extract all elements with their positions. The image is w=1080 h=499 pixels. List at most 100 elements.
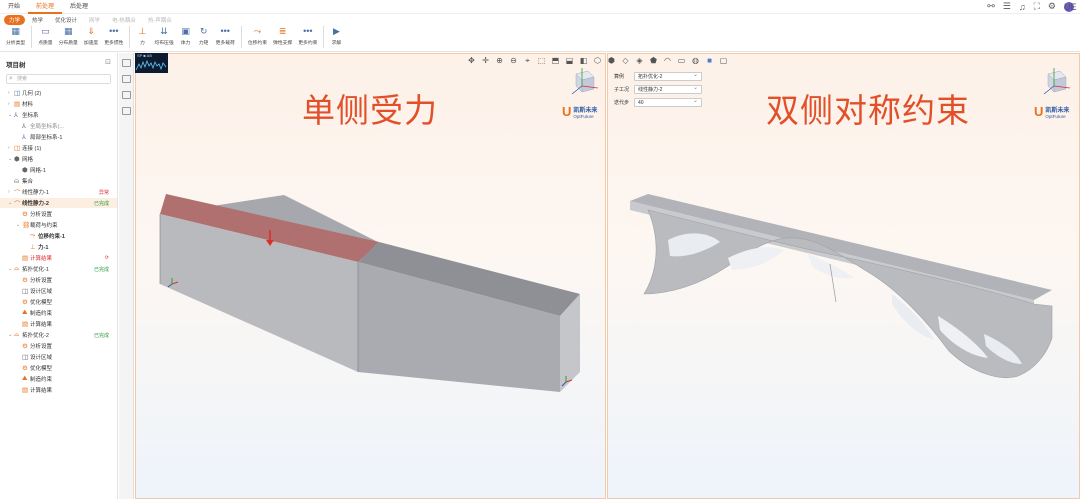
sub-tab-3[interactable]: 网学 bbox=[84, 15, 105, 25]
transparency-icon[interactable]: ◍ bbox=[690, 56, 701, 66]
more-loads-button[interactable]: ••• 更多载荷 bbox=[216, 26, 235, 46]
tree-node[interactable]: ⚙ 分析设置 bbox=[0, 275, 117, 285]
tree-node-label: 材料 bbox=[22, 102, 34, 108]
prop-select[interactable]: 40 bbox=[634, 97, 702, 107]
wireframe-icon[interactable]: ◈ bbox=[634, 56, 645, 66]
sub-tab-4[interactable]: 电-热耦合 bbox=[107, 15, 141, 25]
right-viewport[interactable]: 双侧对称约束 U 凯斯未来 OptFuture bbox=[607, 53, 1080, 499]
collapse-panel-icon[interactable]: ⊡ bbox=[105, 58, 111, 66]
tree-node[interactable]: › ◫ 连接 (1) bbox=[0, 143, 117, 153]
tree-node[interactable]: ⚙ 优化模型 bbox=[0, 297, 117, 307]
displacement-button[interactable]: ⤳ 位移约束 bbox=[248, 26, 267, 46]
elastic-support-button[interactable]: ≣ 弹性支撑 bbox=[273, 26, 292, 46]
point-mass-button[interactable]: ▭ 点质量 bbox=[38, 26, 52, 46]
minimap-plot bbox=[135, 59, 167, 71]
tree-node[interactable]: ⚙ 分析设置 bbox=[0, 341, 117, 351]
orientation-cube-right[interactable] bbox=[1038, 66, 1072, 100]
section-icon[interactable]: ◠ bbox=[662, 56, 673, 66]
tree-node-label: 分析设置 bbox=[30, 278, 53, 284]
sub-tab-1[interactable]: 热学 bbox=[27, 15, 48, 25]
tree-node-icon: ⬢ bbox=[14, 156, 20, 163]
tree-node[interactable]: ⌄ ⅄ 坐标系 bbox=[0, 110, 117, 120]
solve-button[interactable]: ▶ 求解 bbox=[330, 26, 342, 46]
zoom-in-icon[interactable]: ⊕ bbox=[494, 56, 505, 66]
edges-icon[interactable]: ⬟ bbox=[648, 56, 659, 66]
left-viewport[interactable]: 单侧受力 U 凯斯未来 OptFuture bbox=[135, 53, 606, 499]
view-panel-icon[interactable] bbox=[121, 59, 131, 67]
probe-icon[interactable] bbox=[121, 91, 131, 99]
fit-icon[interactable]: ⌖ bbox=[522, 56, 533, 66]
tree-node[interactable]: ⚙ 分析设置 bbox=[0, 209, 117, 219]
tree-node-icon: ⌒ bbox=[14, 201, 21, 208]
prop-select[interactable]: 线性静力-2 bbox=[634, 84, 702, 94]
layer-icon[interactable] bbox=[121, 75, 131, 83]
shaded-icon[interactable]: ◇ bbox=[620, 56, 631, 66]
tree-node[interactable]: ⛀ 集合 bbox=[0, 176, 117, 186]
tree-node[interactable]: ⬢ 网格-1 bbox=[0, 165, 117, 175]
menu-tab-2[interactable]: 后处理 bbox=[62, 0, 96, 14]
orientation-cube[interactable] bbox=[566, 66, 600, 100]
bell-icon[interactable]: ♫ bbox=[1019, 2, 1026, 12]
pressure-button[interactable]: ⇊ 均布压强 bbox=[154, 26, 173, 46]
more-inertia-button[interactable]: ••• 更多惯性 bbox=[104, 26, 123, 46]
distributed-mass-button[interactable]: ▦ 分布质量 bbox=[59, 26, 78, 46]
pressure-icon: ⇊ bbox=[160, 26, 168, 36]
tree-node[interactable]: ⅄ 全局坐标系(... bbox=[0, 121, 117, 131]
front-view-icon[interactable]: ◧ bbox=[578, 56, 589, 66]
tree-node[interactable]: ⛰ 制造约束 bbox=[0, 374, 117, 384]
gear-icon[interactable]: ⚙ bbox=[1048, 1, 1056, 12]
tree-node[interactable]: ◫ 设计区域 bbox=[0, 352, 117, 362]
tree-node[interactable]: › ◫ 几何 (2) bbox=[0, 88, 117, 98]
zoom-box-icon[interactable]: ⬚ bbox=[536, 56, 547, 66]
tree-node[interactable]: ⌄ ⌓ 拓扑优化-1 已完成 bbox=[0, 264, 117, 274]
sub-tab-0[interactable]: 力学 bbox=[4, 15, 26, 25]
tree-search-input[interactable]: 搜索 bbox=[6, 74, 111, 84]
tree-node[interactable]: ▤ 计算结果 bbox=[0, 385, 117, 395]
share-icon[interactable]: ⚯ bbox=[987, 1, 995, 12]
tree-node[interactable]: ▤ 计算结果 ⟳ bbox=[0, 253, 117, 263]
acceleration-button[interactable]: ⇓ 加速度 bbox=[84, 26, 98, 46]
tree-node[interactable]: ⅄ 局部坐标系-1 bbox=[0, 132, 117, 142]
sub-tab-2[interactable]: 优化设计 bbox=[50, 15, 82, 25]
sub-tab-5[interactable]: 热-声耦合 bbox=[143, 15, 177, 25]
ortho-view-icon[interactable]: ⬒ bbox=[550, 56, 561, 66]
background-icon[interactable]: ▢ bbox=[718, 56, 729, 66]
prop-label: 算例 bbox=[614, 73, 625, 80]
top-view-icon[interactable]: ⬢ bbox=[606, 56, 617, 66]
tree-node[interactable]: ⌄ ⛓ 载荷与约束 bbox=[0, 220, 117, 230]
moment-button[interactable]: ↻ 力矩 bbox=[198, 26, 210, 46]
tree-node[interactable]: ⌄ ⌓ 拓扑优化-2 已完成 bbox=[0, 330, 117, 340]
toolbar-separator bbox=[31, 26, 33, 48]
tree-node[interactable]: › ⌒ 线性静力-1 异常 bbox=[0, 187, 117, 197]
minimap[interactable]: SP ■ AB bbox=[135, 53, 168, 73]
tree-node[interactable]: ◫ 设计区域 bbox=[0, 286, 117, 296]
logo-sub: OptFuture bbox=[573, 113, 594, 119]
more-constraints-button[interactable]: ••• 更多约束 bbox=[298, 26, 317, 46]
tree-node[interactable]: ⌄ ⌒ 线性静力-2 已完成 bbox=[0, 198, 117, 208]
rotate-icon[interactable]: ✥ bbox=[466, 56, 477, 66]
tree-node[interactable]: › ▤ 材料 bbox=[0, 99, 117, 109]
table-icon[interactable] bbox=[121, 107, 131, 115]
prop-select[interactable]: 拓扑优化-2 bbox=[634, 71, 702, 81]
iso-view-icon[interactable]: ⬓ bbox=[564, 56, 575, 66]
zoom-out-icon[interactable]: ⊖ bbox=[508, 56, 519, 66]
tree-node[interactable]: ⤳ 位移约束-1 bbox=[0, 231, 117, 241]
tree-node[interactable]: ⌄ ⬢ 网格 bbox=[0, 154, 117, 164]
avatar[interactable]: UE bbox=[1064, 1, 1077, 12]
body-force-button[interactable]: ▣ 体力 bbox=[180, 26, 192, 46]
fullscreen-icon[interactable]: ⛶ bbox=[1034, 1, 1040, 12]
menu-tab-1[interactable]: 前处理 bbox=[28, 0, 63, 14]
status-badge: ⟳ bbox=[104, 255, 109, 261]
force-button[interactable]: ⊥ 力 bbox=[136, 26, 148, 46]
tree-node[interactable]: ⊥ 力-1 bbox=[0, 242, 117, 252]
display-mode-icon[interactable]: ■ bbox=[704, 56, 715, 66]
analysis-type-button[interactable]: ▦ 分析类型 bbox=[6, 26, 25, 46]
menu-tab-0[interactable]: 开始 bbox=[0, 0, 28, 14]
pan-icon[interactable]: ✛ bbox=[480, 56, 491, 66]
tree-node[interactable]: ⚙ 优化模型 bbox=[0, 363, 117, 373]
clip-icon[interactable]: ▭ bbox=[676, 56, 687, 66]
tree-node[interactable]: ⛰ 制造约束 bbox=[0, 308, 117, 318]
side-view-icon[interactable]: ⬡ bbox=[592, 56, 603, 66]
tree-node[interactable]: ▤ 计算结果 bbox=[0, 319, 117, 329]
list-icon[interactable]: ☰ bbox=[1003, 1, 1011, 12]
